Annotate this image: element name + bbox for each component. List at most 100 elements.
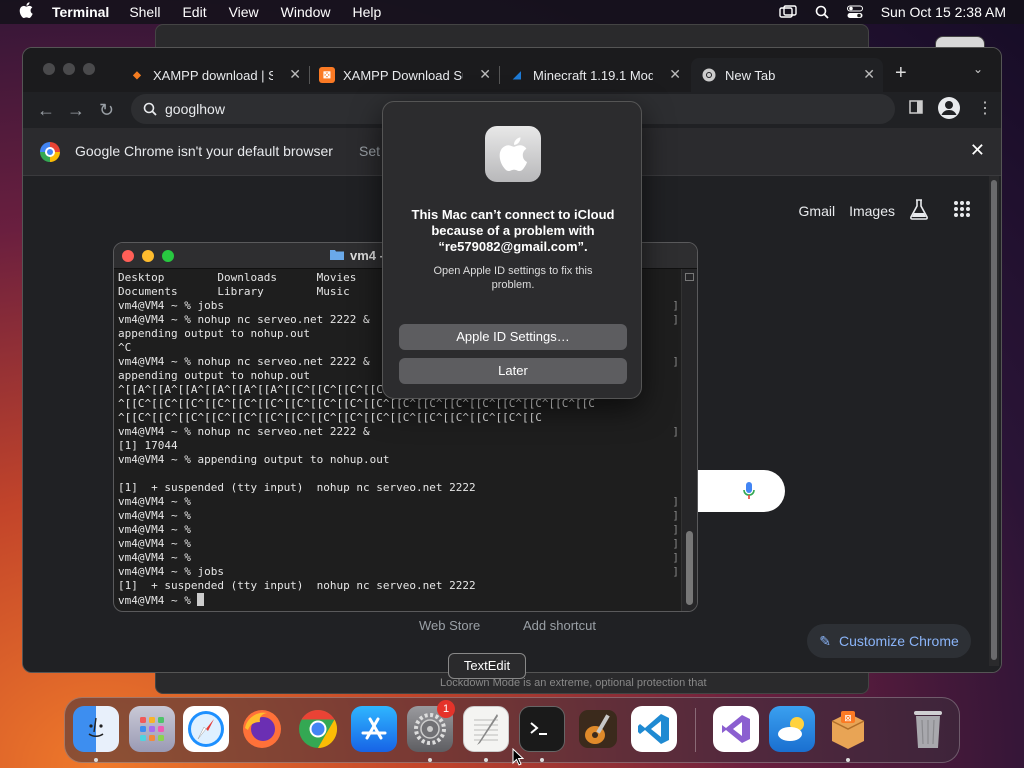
terminal-line: vm4@VM4 ~ % appending output to nohup.ou… (118, 453, 390, 466)
voice-search-mic-icon[interactable] (743, 482, 755, 505)
set-default-button[interactable]: Set (359, 143, 380, 159)
tab-title: Minecraft 1.19.1 Modp (533, 67, 653, 83)
menu-view[interactable]: View (229, 4, 259, 20)
spotlight-search-icon[interactable] (815, 5, 829, 19)
minimize-window-button[interactable] (63, 63, 75, 75)
google-search-box[interactable] (693, 470, 785, 512)
xampp-favicon-icon: ◆ (133, 69, 141, 81)
tab-title: New Tab (725, 67, 776, 83)
textedit-icon[interactable] (463, 706, 509, 752)
close-tab-icon[interactable]: ✕ (863, 66, 875, 83)
menu-edit[interactable]: Edit (182, 4, 206, 20)
chrome-favicon-icon (701, 67, 717, 83)
add-shortcut[interactable]: Add shortcut (523, 618, 596, 633)
firefox-icon[interactable] (239, 706, 285, 752)
top-links: Gmail Images (799, 198, 971, 223)
customize-chrome-button[interactable]: ✎ Customize Chrome (807, 624, 971, 658)
pencil-icon: ✎ (819, 632, 831, 649)
prompt-rprompt: ] (672, 299, 679, 312)
terminal-line: [1] + suspended (tty input) nohup nc ser… (118, 481, 476, 494)
finder-icon[interactable] (73, 706, 119, 752)
search-icon (143, 102, 157, 116)
visual-studio-icon[interactable] (713, 706, 759, 752)
images-link[interactable]: Images (849, 203, 895, 219)
safari-icon[interactable] (183, 706, 229, 752)
side-panel-icon[interactable] (909, 100, 923, 119)
folder-icon (330, 248, 344, 263)
terminal-title: vm4 - (330, 248, 384, 263)
new-tab-plus-icon[interactable]: + (895, 62, 907, 85)
trash-icon[interactable] (905, 706, 951, 752)
web-store-shortcut[interactable]: Web Store (419, 618, 480, 633)
dock-separator (695, 708, 696, 752)
prompt-rprompt: ] (672, 523, 679, 536)
prompt-rprompt: ] (672, 425, 679, 438)
later-button[interactable]: Later (399, 358, 627, 384)
screen-mirroring-icon[interactable] (779, 5, 797, 19)
launchpad-icon[interactable] (129, 706, 175, 752)
menu-shell[interactable]: Shell (129, 4, 160, 20)
apple-logo-icon (485, 126, 541, 182)
close-infobar-icon[interactable]: ✕ (970, 140, 985, 161)
apple-id-settings-button[interactable]: Apple ID Settings… (399, 324, 627, 350)
system-settings-icon[interactable]: 1 (407, 700, 455, 752)
tab-xampp-2[interactable]: ⊠ XAMPP Download Sur ✕ (309, 58, 499, 92)
reload-icon[interactable]: ↻ (99, 100, 114, 121)
window-controls (43, 63, 95, 75)
close-tab-icon[interactable]: ✕ (479, 66, 491, 83)
terminal-line: vm4@VM4 ~ % (118, 509, 191, 522)
terminal-scroll-thumb[interactable] (686, 531, 693, 605)
terminal-scrollbar[interactable] (681, 269, 697, 611)
terminal-icon[interactable] (519, 706, 565, 752)
google-apps-grid-icon[interactable] (953, 200, 971, 221)
xampp-folder-icon[interactable]: ⊠ (825, 706, 871, 752)
tab-search-chevron-icon[interactable]: ⌄ (973, 62, 983, 76)
zoom-window-button[interactable] (83, 63, 95, 75)
infobar-message: Google Chrome isn't your default browser (75, 143, 333, 159)
forward-arrow-icon[interactable]: → (67, 100, 85, 121)
labs-flask-icon[interactable] (909, 198, 929, 223)
prompt-rprompt: ] (672, 355, 679, 368)
chrome-logo-icon (40, 142, 60, 162)
page-scrollbar[interactable] (989, 176, 999, 666)
close-window-button[interactable] (43, 63, 55, 75)
app-name-menu[interactable]: Terminal (52, 4, 109, 20)
menu-window[interactable]: Window (281, 4, 331, 20)
scroll-indicator-icon (685, 273, 694, 281)
back-arrow-icon[interactable]: ← (37, 100, 55, 121)
vscode-icon[interactable] (631, 706, 677, 752)
close-tab-icon[interactable]: ✕ (669, 66, 681, 83)
profile-avatar-icon[interactable] (937, 96, 961, 125)
close-terminal-button[interactable] (122, 250, 134, 262)
app-store-icon[interactable] (351, 706, 397, 752)
chrome-icon[interactable] (295, 706, 341, 752)
zoom-terminal-button[interactable] (162, 250, 174, 262)
chrome-menu-icon[interactable]: ⋮ (977, 98, 993, 118)
minecraft-favicon-icon: ◢ (513, 69, 521, 81)
tab-minecraft[interactable]: ◢ Minecraft 1.19.1 Modp ✕ (499, 58, 689, 92)
terminal-cursor (197, 593, 205, 606)
menu-help[interactable]: Help (352, 4, 381, 20)
dialog-message: Open Apple ID settings to fix this probl… (433, 265, 593, 291)
gmail-link[interactable]: Gmail (799, 203, 836, 219)
prompt-rprompt: ] (672, 495, 679, 508)
icloud-alert-dialog: This Mac can’t connect to iCloud because… (382, 101, 642, 399)
menu-bar: Terminal Shell Edit View Window Help Sun… (0, 0, 1024, 24)
control-center-icon[interactable] (846, 5, 863, 19)
mouse-cursor-icon (512, 747, 525, 768)
terminal-line: vm4@VM4 ~ % (118, 551, 191, 564)
clock[interactable]: Sun Oct 15 2:38 AM (881, 4, 1006, 20)
terminal-line: vm4@VM4 ~ % (118, 495, 191, 508)
minimize-terminal-button[interactable] (142, 250, 154, 262)
garageband-icon[interactable] (575, 706, 621, 752)
customize-chrome-label: Customize Chrome (838, 633, 959, 649)
apple-menu-icon[interactable] (0, 1, 52, 23)
weather-icon[interactable] (769, 706, 815, 752)
prompt-rprompt: ] (672, 313, 679, 326)
terminal-line: [1] 17044 (118, 439, 178, 452)
terminal-line: vm4@VM4 ~ % nohup nc serveo.net 2222 & (118, 425, 370, 438)
tab-new-tab[interactable]: New Tab ✕ (691, 58, 883, 92)
close-tab-icon[interactable]: ✕ (289, 66, 301, 83)
tab-xampp-1[interactable]: ◆ XAMPP download | So ✕ (119, 58, 309, 92)
